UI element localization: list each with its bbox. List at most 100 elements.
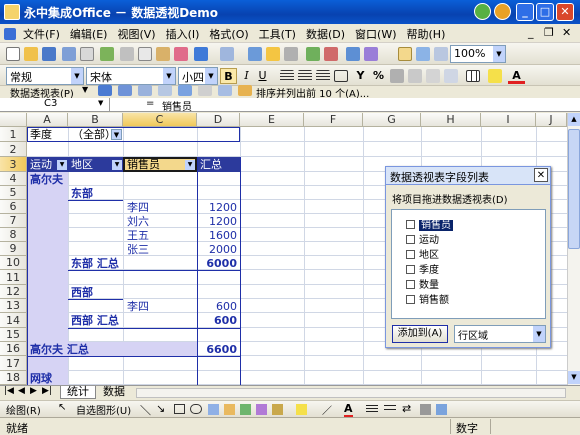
- salesperson-field-dropdown-icon[interactable]: ▼: [185, 160, 195, 170]
- zoom-icon[interactable]: [434, 47, 448, 61]
- chart-icon[interactable]: [346, 47, 360, 61]
- cell-d13[interactable]: 600: [197, 299, 237, 314]
- redo-icon[interactable]: [220, 47, 234, 61]
- row-header-15[interactable]: 15: [0, 328, 27, 342]
- currency-button[interactable]: Y: [352, 68, 369, 84]
- pivot-field-item[interactable]: 数量: [406, 276, 439, 291]
- sheet-tab-data[interactable]: 数据: [96, 386, 132, 399]
- fill-color-icon[interactable]: [296, 404, 307, 415]
- pivot-field-item[interactable]: 运动: [406, 231, 439, 246]
- cell-c6[interactable]: 李四: [127, 200, 149, 215]
- row-header-7[interactable]: 7: [0, 214, 27, 228]
- copy-icon[interactable]: [138, 47, 152, 61]
- col-header-g[interactable]: G: [363, 113, 421, 127]
- paste-icon[interactable]: [156, 47, 170, 61]
- cell-c13[interactable]: 李四: [127, 299, 149, 314]
- picture-icon[interactable]: [256, 404, 267, 415]
- vertical-scrollbar[interactable]: ▲ ▼: [567, 113, 580, 385]
- thousands-separator-icon[interactable]: [390, 69, 404, 83]
- zoom-select[interactable]: 100% ▼: [450, 45, 506, 63]
- options-circle-icon[interactable]: [494, 3, 511, 20]
- col-header-a[interactable]: A: [27, 113, 68, 127]
- format-report-icon[interactable]: [98, 85, 112, 96]
- merge-center-icon[interactable]: [334, 70, 348, 82]
- print-icon[interactable]: [80, 47, 94, 61]
- row-header-2[interactable]: 2: [0, 142, 27, 157]
- menu-item-1[interactable]: 编辑(E): [65, 24, 113, 42]
- format-painter-icon[interactable]: [174, 47, 188, 61]
- pivot-field-item[interactable]: 地区: [406, 246, 439, 261]
- hide-detail-icon[interactable]: [138, 85, 152, 96]
- col-header-i[interactable]: I: [481, 113, 536, 127]
- add-to-button[interactable]: 添加到(A): [392, 325, 448, 343]
- italic-button[interactable]: I: [238, 68, 255, 84]
- close-icon[interactable]: ✕: [534, 168, 548, 182]
- cell-b10[interactable]: 东部 汇总: [71, 256, 119, 271]
- next-sheet-icon[interactable]: ▶: [30, 386, 37, 396]
- pivot-table-icon[interactable]: [398, 47, 412, 61]
- textbox-icon[interactable]: [208, 404, 219, 415]
- font-color-button[interactable]: A: [508, 68, 525, 84]
- cell-a3[interactable]: 运动: [30, 157, 52, 172]
- pivot-field-listbox[interactable]: 销售员 运动 地区 季度 数量 销售额: [391, 209, 546, 319]
- cell-d16[interactable]: 6600: [197, 342, 237, 357]
- borders-icon[interactable]: [466, 70, 480, 82]
- cell-a4[interactable]: 高尔夫: [30, 172, 63, 187]
- scroll-up-icon[interactable]: ▲: [568, 113, 580, 126]
- row-header-11[interactable]: 11: [0, 270, 27, 285]
- pivot-field-item[interactable]: 销售额: [406, 291, 449, 306]
- close-button[interactable]: ✕: [556, 3, 574, 21]
- sport-field-dropdown-icon[interactable]: ▼: [57, 160, 67, 170]
- pivot-field-item[interactable]: 销售员: [406, 216, 453, 231]
- maximize-button[interactable]: □: [536, 3, 554, 21]
- indent-icon[interactable]: [444, 69, 458, 83]
- menu-item-0[interactable]: 文件(F): [18, 24, 65, 42]
- spell-check-icon[interactable]: [100, 47, 114, 61]
- cell-d6[interactable]: 1200: [197, 200, 237, 215]
- print-preview-icon[interactable]: [62, 47, 76, 61]
- menu-item-3[interactable]: 插入(I): [161, 24, 205, 42]
- decrease-decimal-icon[interactable]: [426, 69, 440, 83]
- oval-icon[interactable]: [190, 404, 202, 414]
- col-header-h[interactable]: H: [421, 113, 481, 127]
- refresh-icon[interactable]: [178, 85, 192, 96]
- row-header-18[interactable]: 18: [0, 371, 27, 385]
- cell-d10[interactable]: 6000: [197, 256, 237, 271]
- arrow-style-icon[interactable]: ⇄: [402, 402, 411, 415]
- menu-item-7[interactable]: 窗口(W): [350, 24, 401, 42]
- align-center-icon[interactable]: [298, 70, 312, 82]
- draw-menu[interactable]: 绘图(R): [6, 402, 41, 417]
- autosum-icon[interactable]: [266, 47, 280, 61]
- scroll-down-icon[interactable]: ▼: [568, 371, 580, 384]
- pivot-chart-icon[interactable]: [118, 85, 132, 96]
- pivot-field-item[interactable]: 季度: [406, 261, 439, 276]
- cell-d7[interactable]: 1200: [197, 214, 237, 229]
- save-icon[interactable]: [42, 47, 56, 61]
- cell-a16[interactable]: 高尔夫 汇总: [30, 342, 89, 357]
- cell-d9[interactable]: 2000: [197, 242, 237, 257]
- doc-close-button[interactable]: ✕: [562, 26, 571, 39]
- show-detail-icon[interactable]: [158, 85, 172, 96]
- cell-b1[interactable]: （全部）: [72, 127, 116, 142]
- first-sheet-icon[interactable]: |◀: [4, 386, 14, 396]
- row-header-16[interactable]: 16: [0, 342, 27, 356]
- menu-item-8[interactable]: 帮助(H): [402, 24, 451, 42]
- cell-b12[interactable]: 西部: [71, 285, 93, 300]
- row-header-1[interactable]: 1: [0, 127, 27, 142]
- increase-decimal-icon[interactable]: [408, 69, 422, 83]
- line-icon[interactable]: ＼: [140, 402, 151, 418]
- cell-b5[interactable]: 东部: [71, 186, 93, 201]
- bold-button[interactable]: B: [220, 68, 237, 84]
- underline-button[interactable]: U: [254, 68, 271, 84]
- align-right-icon[interactable]: [316, 70, 330, 82]
- col-header-d[interactable]: D: [197, 113, 240, 127]
- name-box[interactable]: C3 ▼: [0, 98, 110, 111]
- field-settings-icon[interactable]: [198, 85, 212, 96]
- select-objects-icon[interactable]: ↖: [58, 402, 66, 413]
- menu-item-5[interactable]: 工具(T): [254, 24, 301, 42]
- horizontal-scrollbar[interactable]: [136, 388, 566, 398]
- doc-minimize-button[interactable]: _: [528, 26, 534, 39]
- align-left-icon[interactable]: [280, 70, 294, 82]
- cell-c9[interactable]: 张三: [127, 242, 149, 257]
- formula-input[interactable]: 销售员: [162, 98, 192, 113]
